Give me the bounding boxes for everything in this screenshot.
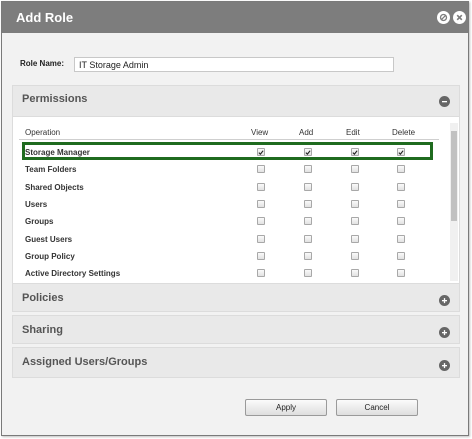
view-checkbox[interactable] [257,199,265,208]
assigned-users-groups-section-header[interactable]: Assigned Users/Groups [12,347,460,378]
column-header-edit: Edit [346,128,360,137]
add-checkbox[interactable] [304,217,312,226]
add-checkbox[interactable] [304,234,312,243]
edit-checkbox[interactable] [351,217,359,226]
cancel-button[interactable]: Cancel [336,399,418,416]
edit-checkbox[interactable] [351,199,359,208]
permission-row: Groups [19,213,439,230]
permissions-section-header[interactable]: Permissions [12,85,460,117]
permission-operation-name: Group Policy [25,251,75,261]
delete-checkbox[interactable] [397,199,405,208]
expand-icon[interactable] [439,295,450,306]
expand-icon[interactable] [439,327,450,338]
delete-checkbox[interactable] [397,217,405,226]
permission-operation-name: Team Folders [25,165,77,175]
delete-checkbox[interactable] [397,251,405,260]
dialog-title: Add Role [16,10,74,25]
add-checkbox[interactable] [304,199,312,208]
close-icon[interactable] [453,11,466,24]
permission-operation-name: Groups [25,217,54,227]
delete-checkbox[interactable] [397,269,405,278]
add-checkbox[interactable] [304,182,312,191]
column-header-delete: Delete [392,128,416,137]
role-name-input[interactable] [74,57,394,72]
delete-checkbox[interactable] [397,182,405,191]
view-checkbox[interactable] [257,182,265,191]
permission-row: Shared Objects [19,179,439,196]
permission-operation-name: Users [25,199,48,209]
apply-button[interactable]: Apply [245,399,327,416]
add-checkbox[interactable] [304,165,312,174]
assigned-users-groups-title: Assigned Users/Groups [22,356,148,368]
view-checkbox[interactable] [257,234,265,243]
expand-icon[interactable] [439,360,450,371]
delete-checkbox[interactable] [397,165,405,174]
policies-section-header[interactable]: Policies [12,283,460,312]
column-header-operation: Operation [25,128,61,137]
scrollbar-thumb[interactable] [451,131,457,221]
permissions-header-row: Operation View Add Edit Delete [19,126,439,140]
sharing-section-header[interactable]: Sharing [12,315,460,344]
dialog-titlebar: Add Role [2,2,468,33]
edit-checkbox[interactable] [351,269,359,278]
permission-operation-name: Shared Objects [25,182,84,192]
view-checkbox[interactable] [257,165,265,174]
permission-row: Active Directory Settings [19,265,439,282]
column-header-view: View [251,128,269,137]
permission-row: Users [19,196,439,213]
permission-operation-name: Active Directory Settings [25,269,121,279]
minimize-icon[interactable] [437,11,450,24]
view-checkbox[interactable] [257,217,265,226]
delete-checkbox[interactable] [397,234,405,243]
edit-checkbox[interactable] [351,165,359,174]
view-checkbox[interactable] [257,269,265,278]
permission-operation-name: Guest Users [25,234,73,244]
view-checkbox[interactable] [257,251,265,260]
add-checkbox[interactable] [304,269,312,278]
column-header-add: Add [299,128,314,137]
permissions-title: Permissions [22,93,88,105]
sharing-title: Sharing [22,324,63,336]
role-name-label: Role Name: [20,59,65,68]
edit-checkbox[interactable] [351,251,359,260]
edit-checkbox[interactable] [351,182,359,191]
permission-row: Team Folders [19,161,439,178]
collapse-icon[interactable] [439,96,450,107]
permissions-panel: Operation View Add Edit Delete Storage M… [12,117,460,283]
permission-row: Guest Users [19,231,439,248]
edit-checkbox[interactable] [351,234,359,243]
permission-row: Group Policy [19,248,439,265]
policies-title: Policies [22,292,64,304]
add-checkbox[interactable] [304,251,312,260]
highlight-box [22,142,433,160]
permissions-scrollbar[interactable] [450,123,458,281]
add-role-dialog: Add Role Role Name: Permissions Operatio… [1,1,469,436]
